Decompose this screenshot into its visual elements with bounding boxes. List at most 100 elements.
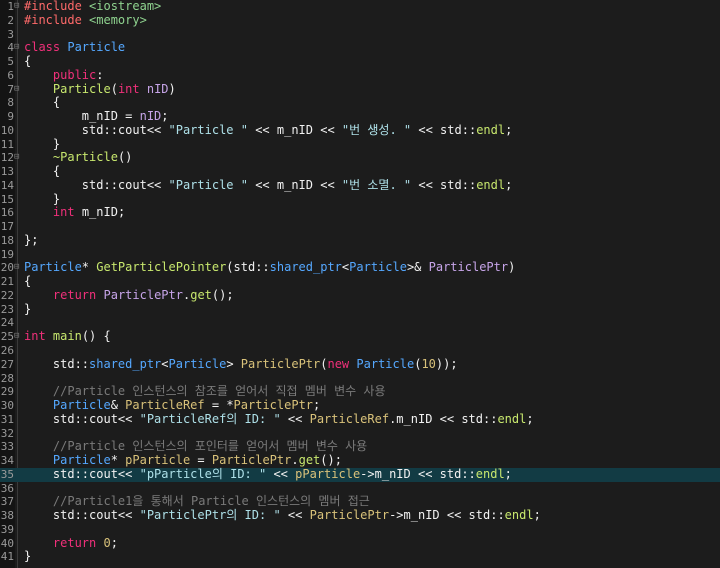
- code-line[interactable]: 2 #include <memory>: [0, 12, 720, 28]
- fold-toggle-icon[interactable]: ⊟: [14, 83, 19, 97]
- code-line[interactable]: 40 return 0;: [0, 535, 720, 551]
- line-number: 18: [0, 233, 14, 247]
- line-number: 24: [0, 316, 14, 330]
- code-line[interactable]: 19: [0, 248, 720, 262]
- fold-toggle-icon[interactable]: ⊟: [14, 151, 19, 165]
- code-token: ParticleRef: [125, 398, 205, 413]
- code-line[interactable]: 17: [0, 220, 720, 234]
- code-line[interactable]: 8 {: [0, 95, 720, 110]
- code-token: Particle: [67, 40, 126, 55]
- code-token: std::cout<<: [24, 466, 140, 481]
- code-line[interactable]: 28: [0, 372, 720, 386]
- code-line[interactable]: 26: [0, 344, 720, 358]
- code-token: ;: [526, 411, 534, 426]
- code-text: {: [24, 95, 60, 110]
- fold-toggle-icon[interactable]: ⊟: [14, 330, 19, 344]
- code-line[interactable]: 39: [0, 523, 720, 537]
- code-line[interactable]: 1 ⊟ #include <iostream>: [0, 0, 720, 14]
- code-line[interactable]: 3: [0, 28, 720, 42]
- code-line[interactable]: 31 std::cout<< "ParticleRef의 ID: " << Pa…: [0, 411, 720, 427]
- line-number: 8: [7, 96, 14, 110]
- code-text: {: [24, 164, 61, 179]
- code-token: GetParticlePointer: [96, 260, 227, 275]
- code-token: std::: [24, 356, 90, 371]
- line-number: 36: [0, 481, 14, 495]
- code-line[interactable]: 25 ⊟ int main() {: [0, 329, 720, 344]
- code-token: ;: [533, 508, 541, 523]
- code-line[interactable]: 34 Particle* pParticle = ParticlePtr.get…: [0, 453, 720, 468]
- code-line[interactable]: 29 //Particle 인스턴스의 참조를 얻어서 직접 멤버 변수 사용: [0, 384, 720, 399]
- code-token: return: [52, 287, 97, 302]
- code-token: ));: [435, 356, 458, 371]
- line-number: 17: [0, 220, 14, 234]
- line-number: 25: [0, 330, 14, 344]
- code-token: Particle: [356, 356, 415, 371]
- code-line[interactable]: 11 }: [0, 136, 720, 152]
- code-line[interactable]: 36: [0, 482, 720, 496]
- code-line[interactable]: 22 return ParticlePtr.get();: [0, 287, 720, 303]
- code-line[interactable]: 27 std::shared_ptr<Particle> ParticlePtr…: [0, 356, 720, 372]
- code-token: ;: [505, 122, 513, 137]
- code-token: //Particle 인스턴스의 포인터를 얻어서 멤버 변수 사용: [52, 439, 368, 454]
- code-line[interactable]: 5{: [0, 54, 720, 69]
- code-line[interactable]: 38 std::cout<< "ParticlePtr의 ID: " << Pa…: [0, 508, 720, 523]
- code-line[interactable]: 4 ⊟ class Particle: [0, 40, 720, 55]
- fold-toggle-icon[interactable]: ⊟: [14, 0, 19, 14]
- code-token: 0: [103, 535, 111, 550]
- code-line[interactable]: 32: [0, 427, 720, 441]
- code-token: ;: [504, 466, 512, 481]
- code-line[interactable]: 21 {: [0, 274, 720, 289]
- code-line[interactable]: 24: [0, 316, 720, 330]
- code-token: ();: [320, 453, 342, 468]
- code-line[interactable]: 9 m_nID = nID;: [0, 109, 720, 124]
- code-line[interactable]: 35 std::cout<< "pParticle의 ID: " << pPar…: [0, 466, 720, 482]
- code-token: "ParticlePtr의 ID: ": [139, 508, 281, 523]
- code-line[interactable]: 30 Particle& ParticleRef = *ParticlePtr;: [0, 398, 720, 413]
- code-line[interactable]: 16 int m_nID;: [0, 206, 720, 220]
- code-text: int main() {: [24, 329, 111, 344]
- code-token: =: [190, 453, 212, 468]
- line-number: 35: [0, 467, 14, 481]
- line-number: 14: [0, 178, 14, 192]
- code-line[interactable]: 41}: [0, 550, 720, 564]
- code-line[interactable]: 13 {: [0, 164, 720, 179]
- code-token: "번 생성. ": [341, 122, 412, 137]
- code-line[interactable]: 10 std::cout<< "Particle " << m_nID << "…: [0, 122, 720, 138]
- code-token: ;: [313, 398, 321, 413]
- code-line[interactable]: 20 ⊟ Particle* GetParticlePointer(std::sha…: [0, 261, 720, 275]
- code-token: ParticlePtr: [309, 508, 390, 523]
- code-line[interactable]: 7 ⊟ Particle(int nID): [0, 82, 720, 97]
- code-line[interactable]: 37 //Particle1을 통해서 Particle 인스턴스의 멤버 접근: [0, 494, 720, 509]
- code-token: ();: [211, 287, 234, 302]
- fold-toggle-icon[interactable]: ⊟: [14, 41, 19, 55]
- line-number: 15: [0, 192, 14, 206]
- line-number: 30: [0, 399, 14, 413]
- fold-toggle-icon[interactable]: ⊟: [14, 261, 19, 275]
- line-number: 2: [7, 13, 14, 27]
- code-token: "번 소멸. ": [341, 177, 412, 192]
- code-token: ParticlePtr: [428, 260, 509, 275]
- code-text: std::cout<< "Particle " << m_nID << "번 생…: [24, 122, 513, 138]
- code-line[interactable]: 33 //Particle 인스턴스의 포인터를 얻어서 멤버 변수 사용: [0, 439, 720, 454]
- code-token: << std::: [411, 177, 477, 192]
- code-line[interactable]: 6 public:: [0, 68, 720, 83]
- code-line[interactable]: 14 std::cout<< "Particle " << m_nID << "…: [0, 177, 720, 193]
- code-token: {: [24, 164, 61, 179]
- code-token: endl: [497, 411, 527, 426]
- code-text: }: [24, 136, 61, 152]
- code-token: {: [24, 54, 32, 69]
- code-token: endl: [475, 466, 505, 481]
- code-editor[interactable]: 1 ⊟ #include <iostream> 2 #include <memory> 3…: [0, 0, 720, 568]
- code-token: nID: [139, 109, 162, 124]
- code-line[interactable]: 15 }: [0, 192, 720, 207]
- code-line[interactable]: 12 ⊟ ~Particle(): [0, 150, 720, 165]
- code-line[interactable]: 18};: [0, 233, 720, 248]
- code-token: #include: [24, 12, 82, 27]
- code-token: ;: [161, 109, 169, 124]
- code-line[interactable]: 23}: [0, 302, 720, 317]
- code-token: {: [24, 274, 32, 289]
- code-token: }: [24, 136, 61, 151]
- code-text: //Particle 인스턴스의 포인터를 얻어서 멤버 변수 사용: [24, 439, 368, 454]
